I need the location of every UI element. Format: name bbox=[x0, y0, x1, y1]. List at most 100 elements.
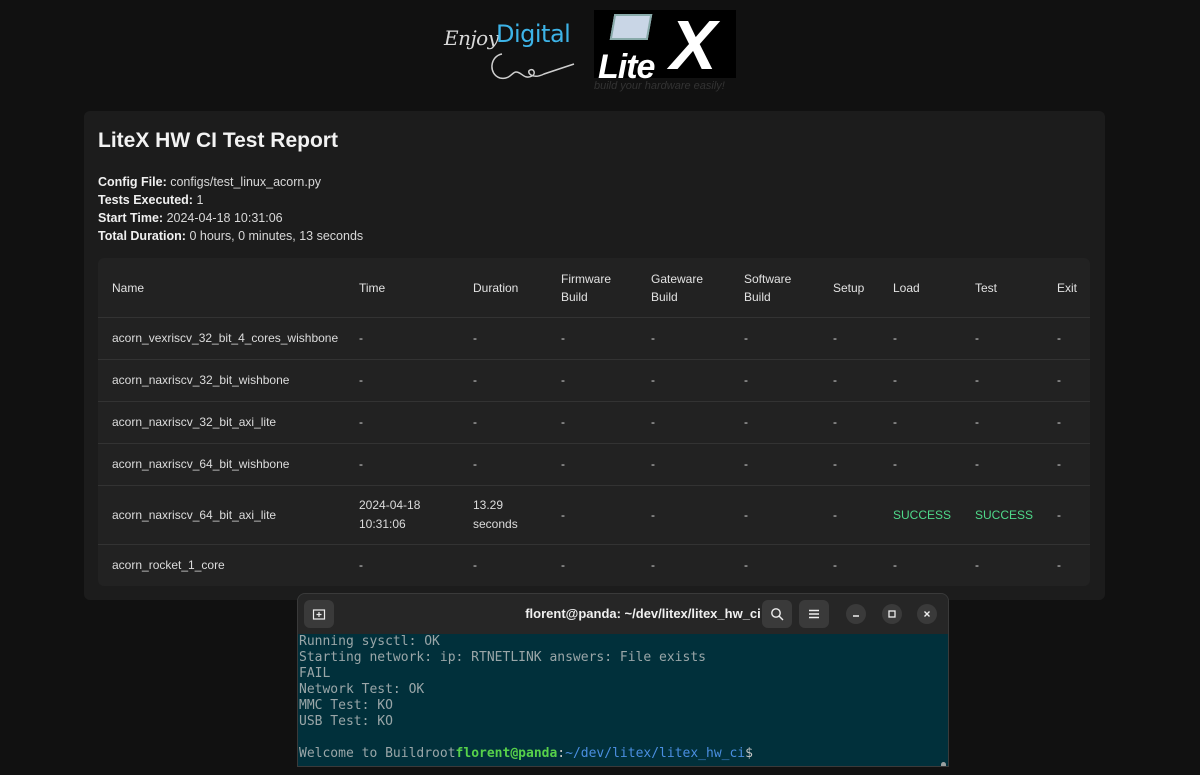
cell-text: - bbox=[359, 331, 363, 345]
meta-total-duration: Total Duration: 0 hours, 0 minutes, 13 s… bbox=[98, 229, 364, 243]
cell-text: - bbox=[744, 457, 748, 471]
cell-gateware: - bbox=[651, 401, 744, 444]
cell-text: - bbox=[561, 373, 565, 387]
cell-text: - bbox=[561, 558, 565, 572]
table-row: acorn_vexriscv_32_bit_4_cores_wishbone - -… bbox=[98, 317, 1090, 360]
litex-logo-x: X bbox=[670, 6, 717, 84]
column-header: Setup bbox=[833, 258, 893, 318]
column-header: Firmware Build bbox=[561, 258, 651, 318]
cell-gateware: - bbox=[651, 544, 744, 586]
cell-exit: - bbox=[1057, 544, 1090, 586]
terminal-window[interactable]: florent@panda: ~/dev/litex/litex_hw_ci R… bbox=[297, 593, 949, 767]
cell-name: acorn_naxriscv_32_bit_wishbone bbox=[98, 359, 359, 402]
cell-text: acorn_naxriscv_64_bit_wishbone bbox=[112, 457, 290, 471]
enjoy-logo-text-2: Digital bbox=[496, 20, 571, 48]
cell-duration: - bbox=[473, 401, 561, 444]
cell-name: acorn_naxriscv_64_bit_axi_lite bbox=[98, 485, 359, 545]
report-card: LiteX HW CI Test Report Config File: con… bbox=[84, 111, 1105, 600]
column-header: Duration bbox=[473, 258, 561, 318]
cell-software: - bbox=[744, 544, 833, 586]
column-header-text: Load bbox=[893, 280, 920, 295]
terminal-line: Running sysctl: OK bbox=[299, 634, 440, 649]
cell-load: - bbox=[893, 443, 975, 486]
cell-text: - bbox=[561, 507, 565, 522]
cell-text: acorn_naxriscv_32_bit_axi_lite bbox=[112, 415, 277, 429]
cell-text: - bbox=[833, 415, 837, 429]
cell-text: SUCCESS bbox=[975, 507, 1034, 522]
cell-text: - bbox=[893, 331, 897, 345]
cell-text: - bbox=[359, 558, 363, 572]
close-button[interactable] bbox=[917, 604, 937, 624]
cell-gateware: - bbox=[651, 317, 744, 360]
cell-firmware: - bbox=[561, 485, 651, 545]
enjoy-digital-logo: Enjoy Digital bbox=[438, 14, 583, 86]
cell-text: - bbox=[975, 457, 979, 471]
menu-icon bbox=[809, 609, 819, 619]
cell-text: - bbox=[473, 373, 477, 387]
cell-text: - bbox=[561, 331, 565, 345]
table-row: acorn_naxriscv_64_bit_axi_lite 2024-04-18… bbox=[98, 485, 1090, 545]
new-tab-button[interactable] bbox=[304, 600, 334, 628]
cell-text: - bbox=[893, 373, 897, 387]
cell-text: - bbox=[833, 331, 837, 345]
search-button[interactable] bbox=[762, 600, 792, 628]
table-body: acorn_vexriscv_32_bit_4_cores_wishbone - -… bbox=[98, 317, 1090, 586]
column-header-text: Build bbox=[561, 289, 588, 304]
cell-software: - bbox=[744, 317, 833, 360]
cell-test: - bbox=[975, 317, 1057, 360]
cell-text: - bbox=[744, 373, 748, 387]
terminal-titlebar[interactable]: florent@panda: ~/dev/litex/litex_hw_ci bbox=[298, 594, 948, 634]
cell-text: - bbox=[651, 558, 655, 572]
table-header-row: Name Time Duration Firmware Build Gateware Bui… bbox=[98, 258, 1090, 318]
column-header-text: Test bbox=[975, 280, 998, 295]
cell-time: - bbox=[359, 443, 473, 486]
cell-text: acorn_naxriscv_32_bit_wishbone bbox=[112, 373, 290, 387]
cell-text: acorn_rocket_1_core bbox=[112, 558, 225, 572]
column-header: Test bbox=[975, 258, 1057, 318]
cell-text: acorn_vexriscv_32_bit_4_cores_wishbone bbox=[112, 331, 339, 345]
column-header: Gateware Build bbox=[651, 258, 744, 318]
cell-time: - bbox=[359, 317, 473, 360]
meta-config-file: Config File: configs/test_linux_acorn.py bbox=[98, 175, 322, 189]
terminal-output[interactable]: Running sysctl: OK Starting network: ip: … bbox=[298, 634, 948, 766]
cell-duration: - bbox=[473, 443, 561, 486]
cell-setup: - bbox=[833, 317, 893, 360]
column-header-text: Duration bbox=[473, 280, 519, 295]
cell-text: acorn_naxriscv_64_bit_axi_lite bbox=[112, 507, 277, 522]
cell-gateware: - bbox=[651, 443, 744, 486]
cell-load: - bbox=[893, 544, 975, 586]
cell-setup: - bbox=[833, 544, 893, 586]
terminal-line: Starting network: ip: RTNETLINK answers:… bbox=[299, 650, 706, 665]
menu-button[interactable] bbox=[799, 600, 829, 628]
cell-text: - bbox=[1057, 331, 1061, 345]
cell-text: - bbox=[473, 331, 477, 345]
cell-text: - bbox=[833, 373, 837, 387]
cell-text: - bbox=[1057, 373, 1061, 387]
close-icon bbox=[924, 611, 930, 617]
cell-text: - bbox=[975, 558, 979, 572]
cell-gateware: - bbox=[651, 359, 744, 402]
cell-text: - bbox=[744, 331, 748, 345]
new-tab-icon bbox=[312, 609, 326, 620]
cell-duration: - bbox=[473, 317, 561, 360]
terminal-scrollbar[interactable] bbox=[941, 762, 946, 766]
cell-text: - bbox=[1057, 558, 1061, 572]
cell-text: - bbox=[651, 331, 655, 345]
cell-text: - bbox=[975, 331, 979, 345]
cell-text: - bbox=[561, 457, 565, 471]
minimize-button[interactable] bbox=[846, 604, 866, 624]
cell-load: - bbox=[893, 317, 975, 360]
cell-setup: - bbox=[833, 485, 893, 545]
cell-setup: - bbox=[833, 443, 893, 486]
maximize-button[interactable] bbox=[882, 604, 902, 624]
column-header: Software Build bbox=[744, 258, 833, 318]
column-header: Time bbox=[359, 258, 473, 318]
meta-start-time: Start Time: 2024-04-18 10:31:06 bbox=[98, 211, 283, 225]
litex-tagline: build your hardware easily! bbox=[594, 80, 725, 92]
cell-text: - bbox=[359, 457, 363, 471]
cell-name: acorn_rocket_1_core bbox=[98, 544, 359, 586]
terminal-line: USB Test: KO bbox=[299, 714, 393, 729]
cell-firmware: - bbox=[561, 544, 651, 586]
cell-text: - bbox=[473, 457, 477, 471]
